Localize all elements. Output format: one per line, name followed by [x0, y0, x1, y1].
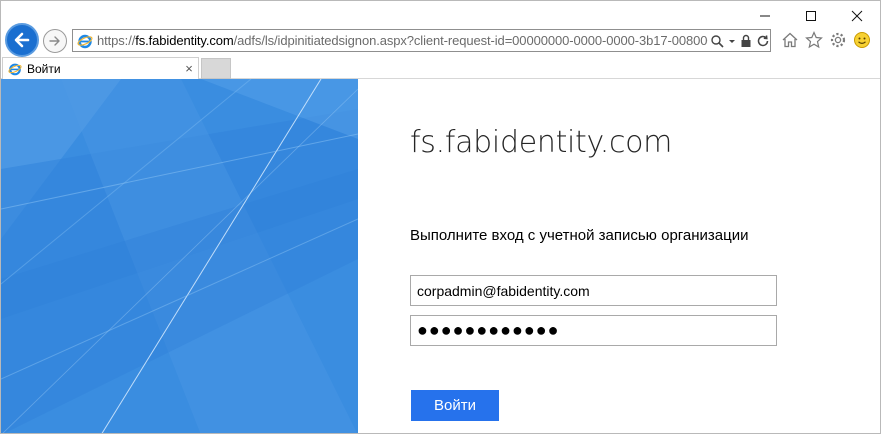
browser-toolbar — [781, 31, 871, 49]
browser-window: https://fs.fabidentity.com/adfs/ls/idpin… — [0, 0, 881, 434]
search-icon[interactable] — [710, 34, 724, 48]
back-arrow-icon — [14, 32, 30, 48]
page-title: fs.fabidentity.com — [410, 125, 673, 160]
refresh-icon[interactable] — [756, 34, 770, 48]
signin-page: fs.fabidentity.com Выполните вход с учет… — [1, 79, 880, 433]
dropdown-arrow-icon[interactable] — [728, 34, 736, 48]
settings-icon[interactable] — [829, 31, 847, 49]
home-icon[interactable] — [781, 31, 799, 49]
tab-title: Войти — [27, 61, 61, 76]
back-button[interactable] — [5, 23, 39, 57]
username-field[interactable] — [410, 275, 777, 306]
ie-logo-icon — [8, 63, 22, 75]
ie-logo-icon — [77, 34, 93, 48]
feedback-smiley-icon[interactable] — [853, 31, 871, 49]
signin-panel: fs.fabidentity.com Выполните вход с учет… — [358, 79, 880, 433]
forward-arrow-icon — [49, 36, 60, 46]
password-field[interactable] — [410, 315, 777, 346]
minimize-icon — [760, 15, 770, 17]
url-host: fs.fabidentity.com — [135, 33, 234, 48]
close-icon — [851, 10, 863, 22]
address-bar[interactable]: https://fs.fabidentity.com/adfs/ls/idpin… — [72, 29, 771, 52]
tab-bar: Войти × — [1, 57, 880, 79]
url-protocol: https:// — [97, 33, 136, 48]
url-path: /adfs/ls/idpinitiatedsignon.aspx?client-… — [233, 33, 708, 48]
url-text[interactable]: https://fs.fabidentity.com/adfs/ls/idpin… — [97, 33, 708, 48]
tab-close-button[interactable]: × — [180, 61, 198, 76]
favorites-icon[interactable] — [805, 31, 823, 49]
maximize-icon — [806, 11, 816, 21]
signin-button[interactable]: Войти — [411, 390, 499, 421]
tab-signin[interactable]: Войти × — [2, 57, 199, 79]
forward-button[interactable] — [43, 29, 67, 53]
navigation-bar: https://fs.fabidentity.com/adfs/ls/idpin… — [1, 23, 880, 57]
lock-icon[interactable] — [740, 34, 752, 48]
signin-instruction: Выполните вход с учетной записью организ… — [410, 227, 749, 244]
background-illustration — [1, 79, 358, 433]
address-bar-icons — [710, 34, 770, 48]
new-tab-button[interactable] — [201, 58, 231, 79]
